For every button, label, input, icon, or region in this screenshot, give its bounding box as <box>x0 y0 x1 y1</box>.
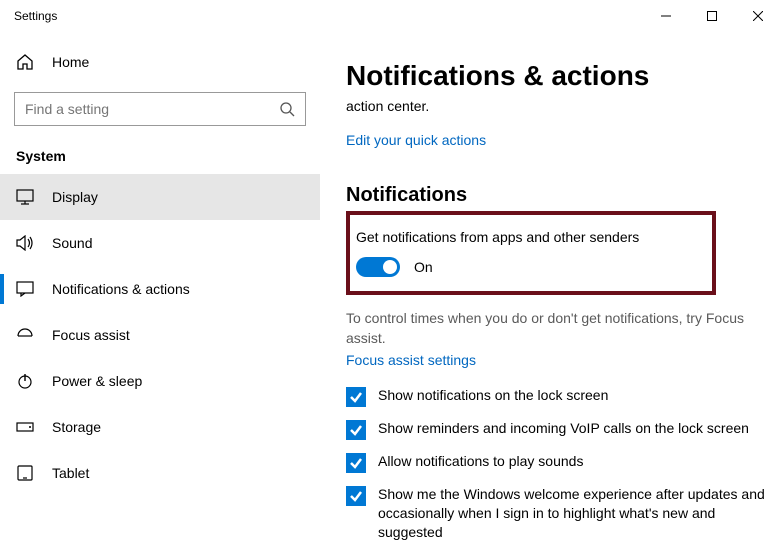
window-controls <box>643 0 781 32</box>
sidebar-item-sound[interactable]: Sound <box>0 220 320 266</box>
sidebar-item-power-sleep[interactable]: Power & sleep <box>0 358 320 404</box>
toggle-label: Get notifications from apps and other se… <box>356 229 700 245</box>
checkbox[interactable] <box>346 486 366 506</box>
subtitle-text: action center. <box>346 98 781 114</box>
search-field[interactable] <box>25 101 279 117</box>
notifications-icon <box>16 281 34 297</box>
page-title: Notifications & actions <box>346 60 781 92</box>
power-icon <box>16 372 34 390</box>
storage-icon <box>16 420 34 434</box>
display-icon <box>16 189 34 205</box>
minimize-button[interactable] <box>643 0 689 32</box>
sidebar-item-label: Tablet <box>52 465 89 481</box>
check-row: Show me the Windows welcome experience a… <box>346 485 781 542</box>
check-label: Show reminders and incoming VoIP calls o… <box>378 419 755 438</box>
sidebar-item-notifications[interactable]: Notifications & actions <box>0 266 320 312</box>
check-row: Allow notifications to play sounds <box>346 452 781 473</box>
check-label: Show me the Windows welcome experience a… <box>378 485 781 542</box>
sidebar-item-focus-assist[interactable]: Focus assist <box>0 312 320 358</box>
edit-quick-actions-link[interactable]: Edit your quick actions <box>346 132 781 148</box>
sidebar-item-label: Notifications & actions <box>52 281 190 297</box>
tablet-icon <box>16 465 34 481</box>
focus-assist-icon <box>16 326 34 344</box>
maximize-button[interactable] <box>689 0 735 32</box>
sidebar-item-label: Storage <box>52 419 101 435</box>
toggle-state: On <box>414 259 433 275</box>
sidebar-item-label: Sound <box>52 235 92 251</box>
focus-hint-text: To control times when you do or don't ge… <box>346 309 781 348</box>
home-icon <box>16 53 34 71</box>
close-button[interactable] <box>735 0 781 32</box>
search-input[interactable] <box>14 92 306 126</box>
notifications-header: Notifications <box>346 184 781 207</box>
sidebar: Home System Display Sound Notifications … <box>0 32 320 549</box>
highlight-annotation: Get notifications from apps and other se… <box>346 211 716 295</box>
checkbox[interactable] <box>346 387 366 407</box>
checkbox[interactable] <box>346 453 366 473</box>
home-nav[interactable]: Home <box>0 42 320 82</box>
checkbox[interactable] <box>346 420 366 440</box>
content-pane: Notifications & actions action center. E… <box>320 32 781 549</box>
check-row: Show reminders and incoming VoIP calls o… <box>346 419 781 440</box>
focus-assist-link[interactable]: Focus assist settings <box>346 352 781 368</box>
sidebar-item-label: Display <box>52 189 98 205</box>
sidebar-item-label: Power & sleep <box>52 373 142 389</box>
sidebar-item-tablet[interactable]: Tablet <box>0 450 320 496</box>
sidebar-item-storage[interactable]: Storage <box>0 404 320 450</box>
notifications-toggle[interactable] <box>356 257 400 277</box>
check-label: Allow notifications to play sounds <box>378 452 589 471</box>
sidebar-item-display[interactable]: Display <box>0 174 320 220</box>
sound-icon <box>16 235 34 251</box>
check-row: Show notifications on the lock screen <box>346 386 781 407</box>
home-label: Home <box>52 54 89 70</box>
check-label: Show notifications on the lock screen <box>378 386 614 405</box>
sidebar-item-label: Focus assist <box>52 327 130 343</box>
search-icon <box>279 101 295 117</box>
section-label: System <box>0 134 320 174</box>
window-title: Settings <box>14 9 57 23</box>
